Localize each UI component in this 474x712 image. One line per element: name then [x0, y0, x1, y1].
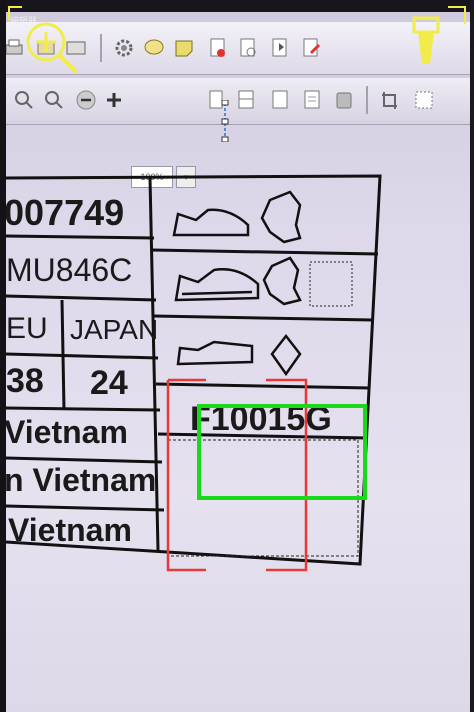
fit-page-icon[interactable]: [234, 88, 258, 112]
size-header-japan: JAPAN: [70, 314, 159, 345]
toolbar-separator: [366, 86, 368, 114]
detected-code-box: [197, 404, 367, 500]
shoe-lining-icon: [174, 268, 260, 302]
comment-icon[interactable]: [142, 36, 166, 60]
other-material-diamond-icon: [270, 333, 302, 377]
scan-corner-marker: [8, 6, 22, 20]
camera-view: 编辑器 100% ▾ 007749 MU846C EU JAPAN 38 24 …: [0, 0, 474, 712]
origin-line-2: n Vietnam: [4, 462, 157, 498]
edit-page-icon[interactable]: [300, 36, 324, 60]
document-icon[interactable]: [300, 88, 324, 112]
zoom-search-icon[interactable]: [42, 88, 66, 112]
zoom-in-plus-icon[interactable]: [102, 88, 126, 112]
crop-icon[interactable]: [378, 88, 402, 112]
zoom-tool-icon[interactable]: [12, 88, 36, 112]
size-japan-value: 24: [90, 364, 128, 402]
shoe-sole-icon: [176, 340, 254, 366]
export-page-icon[interactable]: [268, 36, 292, 60]
page-view-icon[interactable]: [268, 88, 292, 112]
size-header-eu: EU: [6, 312, 48, 345]
leather-lining-icon: [262, 256, 302, 306]
extract-page-icon[interactable]: [236, 36, 260, 60]
origin-line-1: Vietnam: [4, 414, 128, 450]
zoom-out-icon[interactable]: [74, 88, 98, 112]
text-cursor-handle[interactable]: [221, 100, 229, 142]
view-toolbar: 100% ▾: [0, 78, 474, 188]
delete-page-icon[interactable]: [206, 36, 230, 60]
monitor-bezel-right: [470, 0, 474, 712]
monitor-bezel-left: [0, 0, 6, 712]
flashlight-icon[interactable]: [404, 8, 448, 74]
leather-hide-icon: [260, 190, 302, 244]
toolbar-separator: [100, 34, 102, 62]
grid-view-icon[interactable]: [412, 88, 436, 112]
style-number: 007749: [4, 192, 125, 233]
model-code: MU846C: [6, 252, 133, 288]
note-icon[interactable]: [172, 36, 196, 60]
stamp-icon[interactable]: [332, 88, 356, 112]
shoe-upper-icon: [172, 208, 250, 237]
settings-gear-icon[interactable]: [112, 36, 136, 60]
origin-line-3: Vietnam: [8, 512, 132, 548]
size-eu-value: 38: [6, 362, 44, 400]
scan-corner-marker: [448, 6, 466, 24]
